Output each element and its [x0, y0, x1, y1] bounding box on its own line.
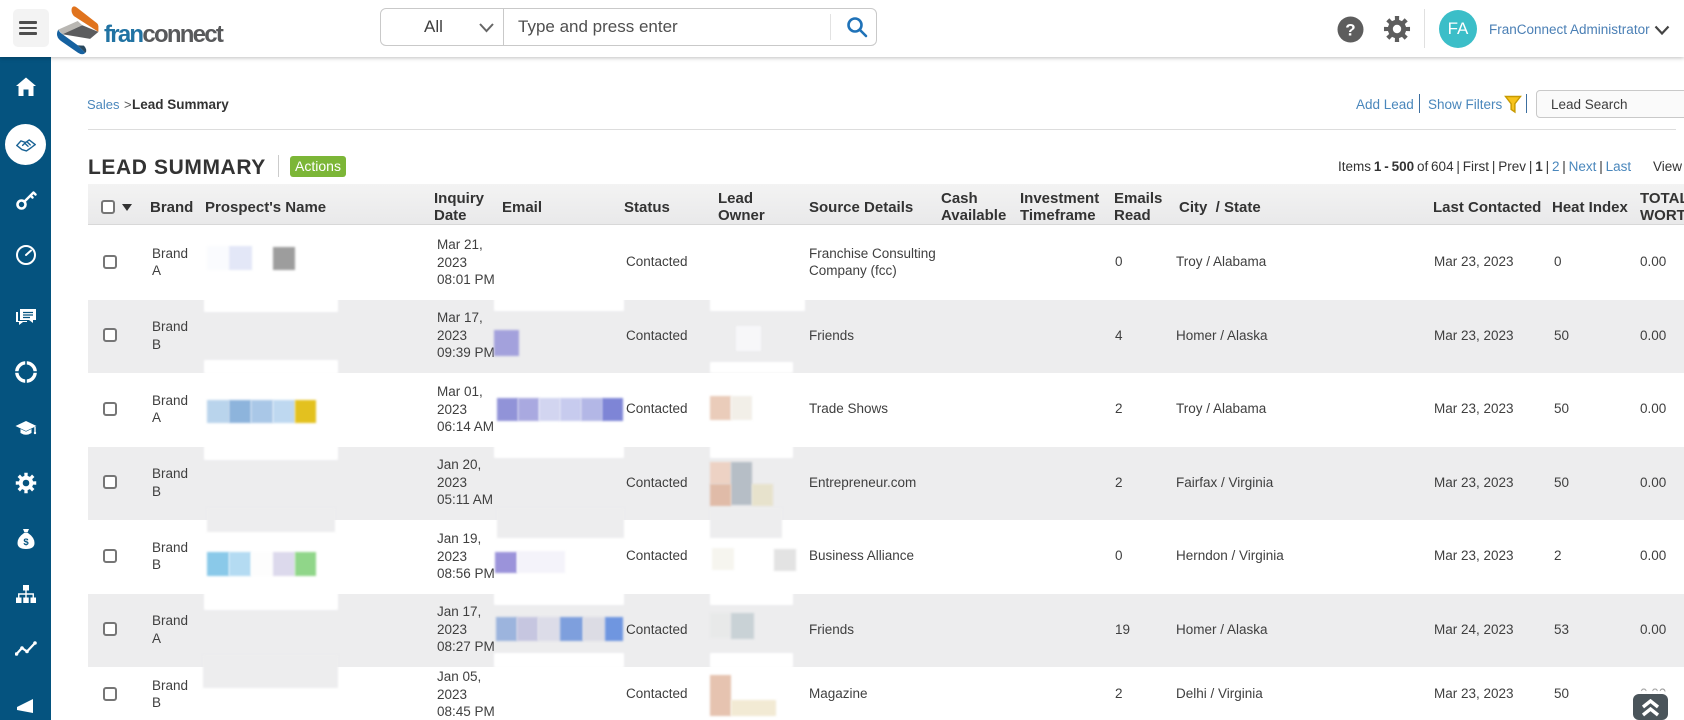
svg-text:?: ?: [1345, 21, 1355, 40]
svg-text:$: $: [23, 537, 29, 548]
